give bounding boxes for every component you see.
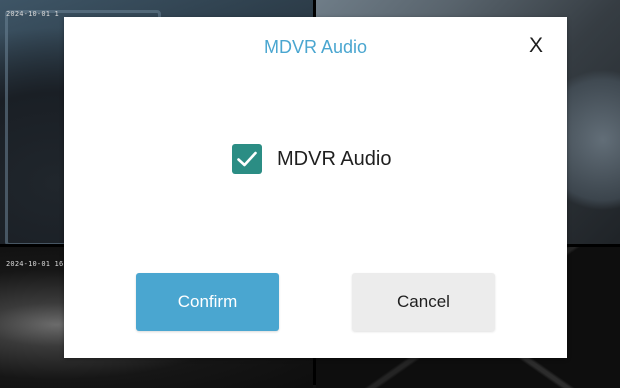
checkbox-label: MDVR Audio [277,147,392,170]
mdvr-audio-dialog: MDVR Audio X MDVR Audio Confirm Cancel [64,17,567,358]
close-button[interactable]: X [525,33,547,59]
camera-timestamp: 2024-10-01 1 [6,10,59,18]
checkbox-box[interactable] [232,144,262,174]
mdvr-audio-checkbox[interactable]: MDVR Audio [232,143,392,175]
confirm-button[interactable]: Confirm [136,273,279,331]
cancel-button[interactable]: Cancel [352,273,495,331]
check-icon [237,151,257,167]
dialog-title: MDVR Audio [263,37,368,57]
camera-timestamp: 2024-10-01 16 [6,260,64,268]
